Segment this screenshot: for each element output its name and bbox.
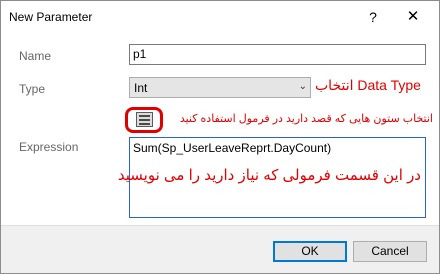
name-field[interactable]: p1 — [129, 44, 426, 65]
type-select[interactable]: Int ⌄ — [129, 77, 311, 98]
type-selected-value: Int — [134, 81, 148, 95]
footer-divider — [1, 225, 439, 226]
expression-field[interactable]: Sum(Sp_UserLeaveReprt.DayCount) در این ق… — [117, 137, 426, 218]
chevron-down-icon: ⌄ — [298, 81, 307, 92]
expression-label: Expression — [19, 140, 79, 154]
annotation-formula-hint: در این قسمت فرمولی که نیاز دارید را می ن… — [117, 167, 421, 184]
title-bar: New Parameter ? ✕ — [1, 1, 439, 33]
calculator-icon[interactable] — [136, 112, 153, 127]
window-title: New Parameter — [9, 10, 93, 24]
help-icon[interactable]: ? — [353, 1, 393, 33]
ok-button[interactable]: OK — [273, 241, 347, 262]
annotation-data-type: انتخاب Data Type — [315, 77, 421, 93]
type-label: Type — [19, 82, 46, 96]
cancel-button[interactable]: Cancel — [353, 241, 427, 262]
new-parameter-dialog: New Parameter ? ✕ Name p1 Type Int ⌄ انت… — [0, 0, 440, 274]
dialog-content: Name p1 Type Int ⌄ انتخاب Data Type انتخ… — [1, 33, 439, 225]
close-icon[interactable]: ✕ — [393, 1, 433, 33]
annotation-columns-hint: انتخاب ستون هایی که قصد دارید در فرمول ا… — [179, 113, 433, 125]
name-label: Name — [19, 49, 52, 63]
expression-text: Sum(Sp_UserLeaveReprt.DayCount) — [133, 141, 332, 155]
